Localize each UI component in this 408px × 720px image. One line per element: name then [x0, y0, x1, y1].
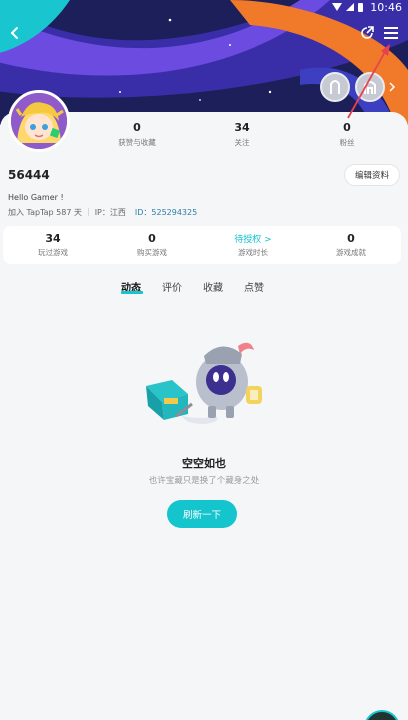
status-bar: 10:46 — [0, 0, 408, 16]
tab-reviews[interactable]: 评价 — [162, 279, 182, 294]
stat-followers[interactable]: 0 粉丝 — [302, 121, 392, 148]
stat-playtime[interactable]: 待授权 > 游戏时长 — [208, 232, 298, 258]
stat-games-played[interactable]: 34 玩过游戏 — [8, 232, 98, 258]
empty-state-illustration — [142, 334, 268, 434]
stat-value: 0 — [347, 232, 355, 245]
joined-text: 加入 TapTap 587 天 — [8, 208, 82, 217]
annotation-arrow-icon — [347, 44, 390, 119]
tab-collection[interactable]: 收藏 — [203, 279, 223, 294]
stat-label: 关注 — [234, 138, 250, 147]
stat-label: 购买游戏 — [137, 248, 167, 257]
content-tabs: 动态 评价 收藏 点赞 — [0, 279, 408, 299]
stat-value: 34 — [234, 121, 250, 134]
active-tab-indicator — [121, 291, 143, 294]
username: 56444 — [8, 168, 50, 182]
stat-value: 待授权 > — [234, 235, 272, 245]
stat-label: 粉丝 — [339, 138, 355, 147]
stat-value: 34 — [45, 232, 61, 245]
stat-games-bought[interactable]: 0 购买游戏 — [107, 232, 197, 258]
stat-value: 0 — [148, 232, 156, 245]
stat-label: 玩过游戏 — [38, 248, 68, 257]
refresh-button[interactable]: 刷新一下 — [167, 500, 237, 528]
empty-state-subtitle: 也许宝藏只是换了个藏身之处 — [148, 476, 260, 486]
user-id[interactable]: ID：525294325 — [135, 207, 197, 218]
share-icon — [361, 26, 374, 39]
empty-state-title: 空空如也 — [182, 457, 226, 470]
ip-text: IP：江西 — [94, 208, 126, 217]
stat-label: 获赞与收藏 — [118, 138, 156, 147]
avatar[interactable] — [8, 90, 70, 152]
menu-icon — [384, 27, 398, 39]
stat-likes[interactable]: 0 获赞与收藏 — [92, 121, 182, 148]
game-stats-panel: 34 玩过游戏 0 购买游戏 待授权 > 游戏时长 0 游戏成就 — [3, 226, 401, 264]
stat-achievements[interactable]: 0 游戏成就 — [306, 232, 396, 258]
stat-label: 游戏成就 — [336, 248, 366, 257]
tab-likes[interactable]: 点赞 — [244, 279, 264, 294]
profile-meta: 加入 TapTap 587 天 | IP：江西 ID：525294325 — [8, 207, 198, 218]
bio-text: Hello Gamer ! — [8, 193, 64, 202]
status-time: 10:46 — [370, 1, 402, 14]
back-arrow-icon — [10, 27, 18, 39]
edit-profile-button[interactable]: 编辑资料 — [344, 164, 400, 186]
back-button[interactable] — [4, 22, 26, 44]
stat-label: 游戏时长 — [238, 248, 268, 257]
stat-following[interactable]: 34 关注 — [197, 121, 287, 148]
signal-icons — [332, 3, 363, 12]
stat-value: 0 — [133, 121, 141, 134]
